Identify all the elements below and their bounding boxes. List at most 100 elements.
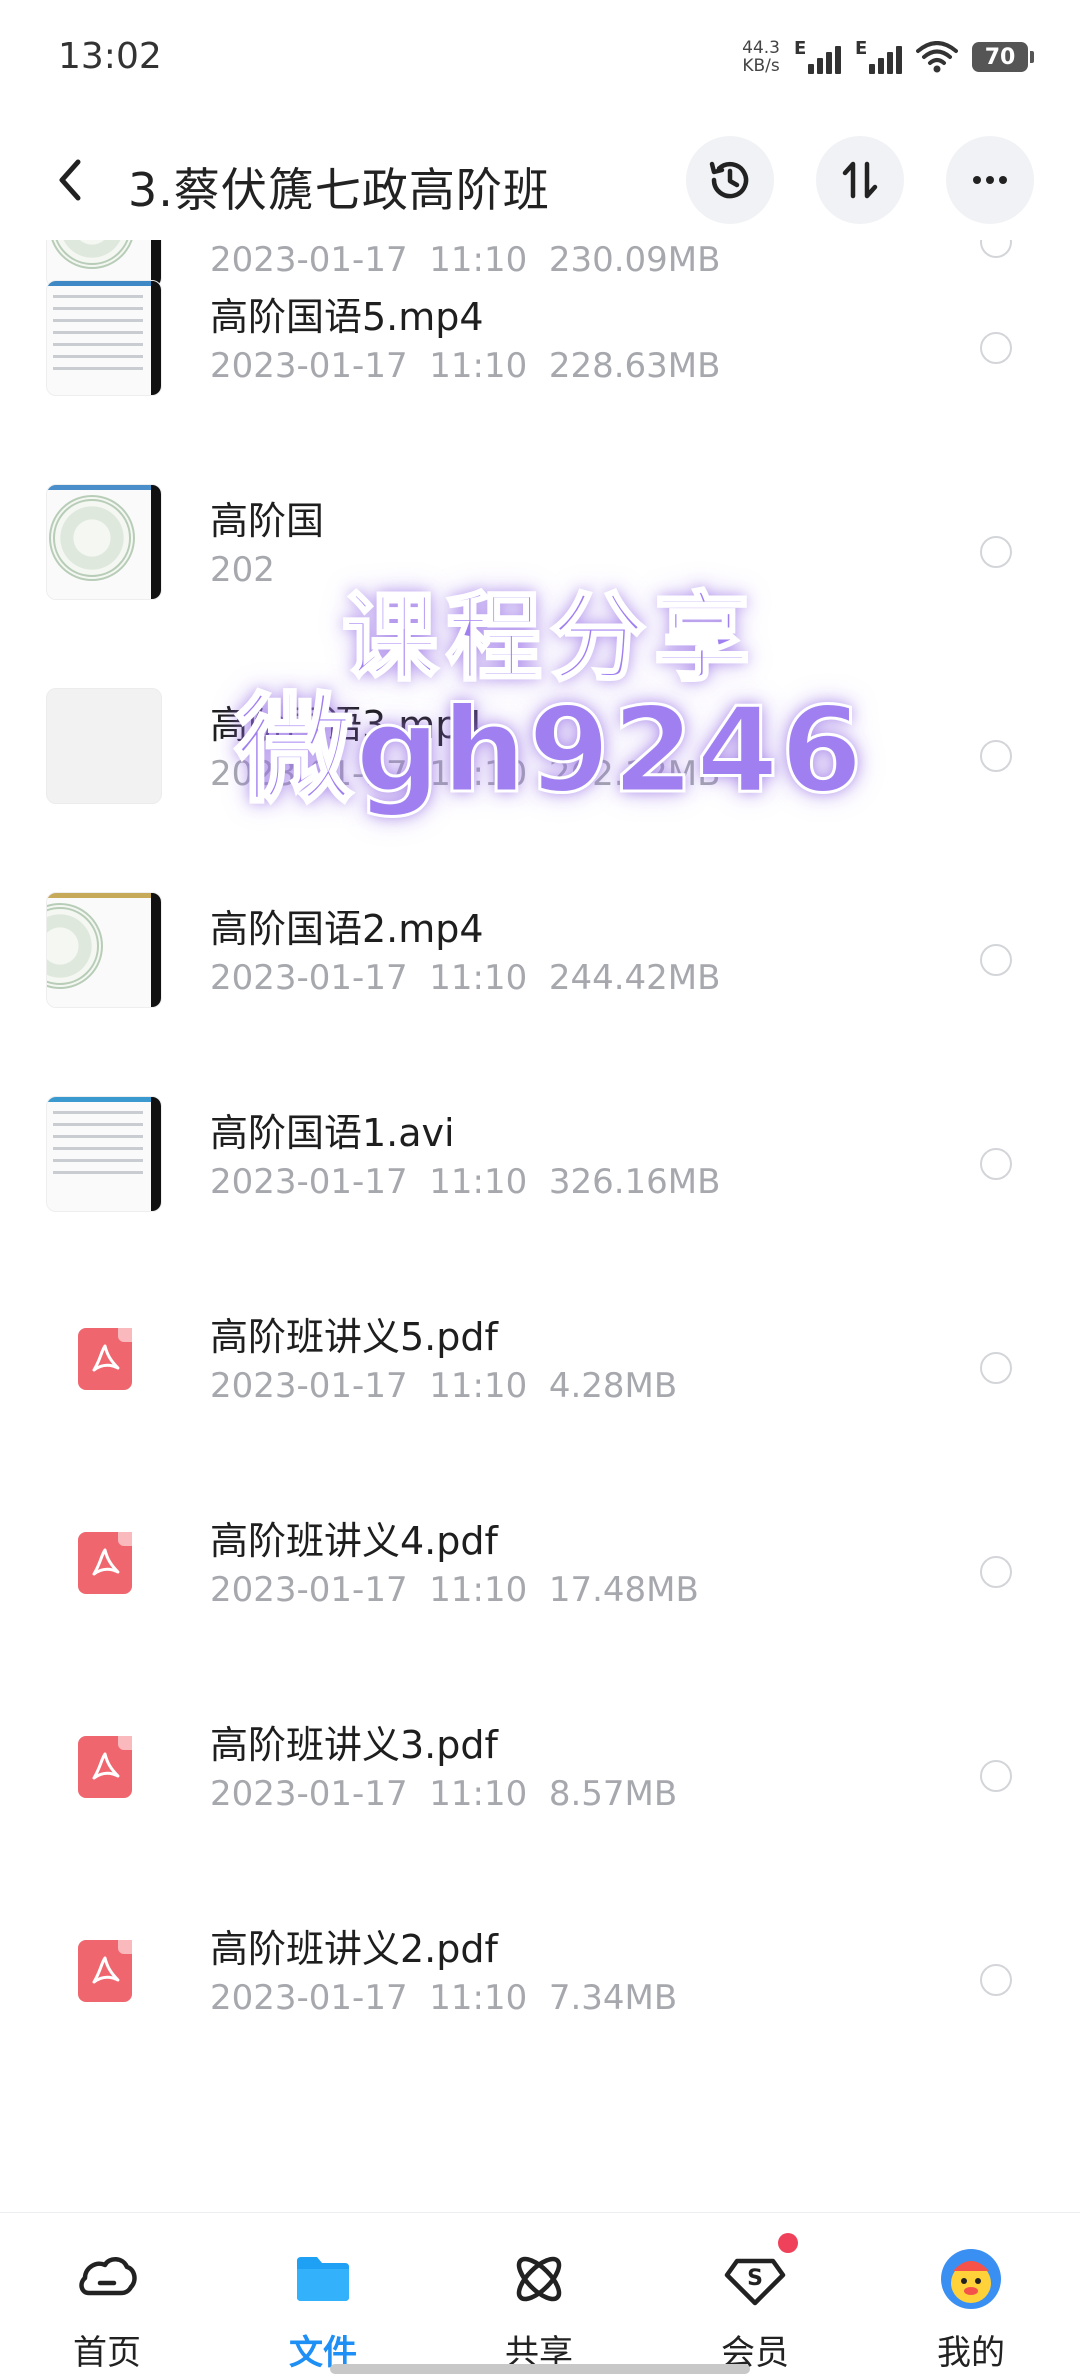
battery-icon: 70 <box>972 42 1034 72</box>
pdf-thumbnail <box>46 1300 162 1416</box>
file-name: 高阶班讲义5.pdf <box>210 1315 498 1359</box>
notification-badge <box>778 2233 798 2253</box>
file-time: 11:10 <box>429 958 528 998</box>
signal-icon: E <box>794 38 841 74</box>
more-icon <box>973 176 1007 184</box>
file-name: 高阶国 <box>210 499 325 543</box>
history-icon <box>709 161 749 199</box>
home-indicator <box>330 2364 750 2374</box>
folder-icon <box>297 2257 349 2301</box>
file-time: 11:10 <box>429 1978 528 2018</box>
select-checkbox[interactable] <box>980 240 1012 258</box>
file-row[interactable]: 高阶国 202 <box>0 484 1080 740</box>
file-row[interactable]: 2023-01-17 11:10 230.09MB <box>0 240 1080 332</box>
app-header: 3.蔡伏篪七政高阶班 <box>0 120 1080 240</box>
video-thumbnail <box>46 280 162 396</box>
file-date: 2023-01-17 <box>210 240 408 280</box>
file-row[interactable]: 高阶班讲义3.pdf 2023-01-17 11:10 8.57MB <box>0 1723 1080 1964</box>
select-checkbox[interactable] <box>980 1760 1012 1792</box>
file-date: 2023-01-17 <box>210 1366 408 1406</box>
nav-me-label: 我的 <box>937 2333 1005 2373</box>
nav-vip[interactable]: S 会员 <box>680 2213 830 2376</box>
network-speed-unit: KB/s <box>742 56 780 76</box>
file-name: 高阶班讲义2.pdf <box>210 1927 498 1971</box>
select-checkbox[interactable] <box>980 1352 1012 1384</box>
select-checkbox[interactable] <box>980 1148 1012 1180</box>
pdf-icon <box>78 1328 132 1390</box>
file-meta: 2023-01-17 11:10 230.09MB <box>210 240 720 280</box>
video-thumbnail <box>46 1096 162 1212</box>
file-row[interactable]: 高阶班讲义5.pdf 2023-01-17 11:10 4.28MB <box>0 1315 1080 1556</box>
signal-type-label: E <box>855 38 868 59</box>
file-size: 7.34MB <box>548 1978 678 2018</box>
bottom-nav: 首页 文件 共享 S 会员 我的 <box>0 2212 1080 2376</box>
cloud-home-icon <box>79 2257 137 2296</box>
svg-text:S: S <box>747 2266 763 2291</box>
video-thumbnail <box>46 892 162 1008</box>
file-size: 244.42MB <box>548 958 721 998</box>
file-size: 262.12MB <box>548 754 721 794</box>
file-date: 2023-01-17 <box>210 1774 408 1814</box>
select-checkbox[interactable] <box>980 536 1012 568</box>
file-row[interactable]: 高阶班讲义4.pdf 2023-01-17 11:10 17.48MB <box>0 1519 1080 1760</box>
more-button[interactable] <box>946 136 1034 224</box>
battery-level: 70 <box>984 44 1016 70</box>
pdf-thumbnail <box>46 1504 162 1620</box>
status-time: 13:02 <box>58 36 162 77</box>
select-checkbox[interactable] <box>980 1964 1012 1996</box>
file-meta: 2023-01-17 11:10 244.42MB <box>210 958 720 998</box>
file-meta: 2023-01-17 11:10 228.63MB <box>210 346 720 386</box>
file-row[interactable]: 高阶班讲义2.pdf 2023-01-17 11:10 7.34MB <box>0 1927 1080 2168</box>
file-name: 高阶班讲义4.pdf <box>210 1519 498 1563</box>
file-meta: 2023-01-17 11:10 8.57MB <box>210 1774 677 1814</box>
history-button[interactable] <box>686 136 774 224</box>
vip-diamond-icon: S <box>724 2258 786 2306</box>
file-date: 2023-01-17 <box>210 346 408 386</box>
nav-share[interactable]: 共享 <box>464 2213 614 2376</box>
file-meta: 2023-01-17 11:10 262.12MB <box>210 754 720 794</box>
select-checkbox[interactable] <box>980 740 1012 772</box>
signal-type-label: E <box>794 38 807 59</box>
video-thumbnail <box>46 688 162 804</box>
pdf-thumbnail <box>46 1708 162 1824</box>
file-row[interactable]: 高阶国语5.mp4 2023-01-17 11:10 228.63MB <box>0 280 1080 536</box>
select-checkbox[interactable] <box>980 944 1012 976</box>
file-date: 2023-01-17 <box>210 958 408 998</box>
file-meta: 202 <box>210 550 275 590</box>
file-size: 228.63MB <box>548 346 721 386</box>
select-checkbox[interactable] <box>980 332 1012 364</box>
back-icon[interactable] <box>46 150 96 210</box>
file-size: 230.09MB <box>548 240 721 280</box>
file-size: 4.28MB <box>548 1366 678 1406</box>
file-row[interactable]: 高阶国语3.mp4 2023-01-17 11:10 262.12MB <box>0 688 1080 944</box>
network-speed: 44.3 KB/s <box>742 39 780 75</box>
signal-icon: E <box>855 38 902 74</box>
status-icons: 44.3 KB/s E E 70 <box>742 34 1034 80</box>
file-row[interactable]: 高阶国语2.mp4 2023-01-17 11:10 244.42MB <box>0 892 1080 1148</box>
pdf-thumbnail <box>46 1912 162 2028</box>
nav-files[interactable]: 文件 <box>248 2213 398 2376</box>
file-meta: 2023-01-17 11:10 7.34MB <box>210 1978 677 2018</box>
nav-me[interactable]: 我的 <box>896 2213 1046 2376</box>
file-row[interactable]: 高阶国语1.avi 2023-01-17 11:10 326.16MB <box>0 1096 1080 1352</box>
share-orbit-icon <box>516 2256 562 2302</box>
file-meta: 2023-01-17 11:10 326.16MB <box>210 1162 720 1202</box>
select-checkbox[interactable] <box>980 1556 1012 1588</box>
file-size: 17.48MB <box>548 1570 699 1610</box>
file-meta: 2023-01-17 11:10 4.28MB <box>210 1366 677 1406</box>
file-list: 2023-01-17 11:10 230.09MB 高阶国语5.mp4 2023… <box>0 240 1080 2212</box>
file-name: 高阶班讲义3.pdf <box>210 1723 498 1767</box>
page-title: 3.蔡伏篪七政高阶班 <box>128 163 550 217</box>
file-name: 高阶国语3.mp4 <box>210 703 484 747</box>
pdf-icon <box>78 1736 132 1798</box>
sort-button[interactable] <box>816 136 904 224</box>
nav-home[interactable]: 首页 <box>32 2213 182 2376</box>
file-name: 高阶国语2.mp4 <box>210 907 484 951</box>
file-name: 高阶国语1.avi <box>210 1111 455 1155</box>
file-date: 2023-01-17 <box>210 754 408 794</box>
avatar-icon <box>941 2249 1001 2309</box>
file-time: 11:10 <box>429 754 528 794</box>
video-thumbnail <box>46 484 162 600</box>
file-date: 2023-01-17 <box>210 1570 408 1610</box>
file-size: 326.16MB <box>548 1162 721 1202</box>
